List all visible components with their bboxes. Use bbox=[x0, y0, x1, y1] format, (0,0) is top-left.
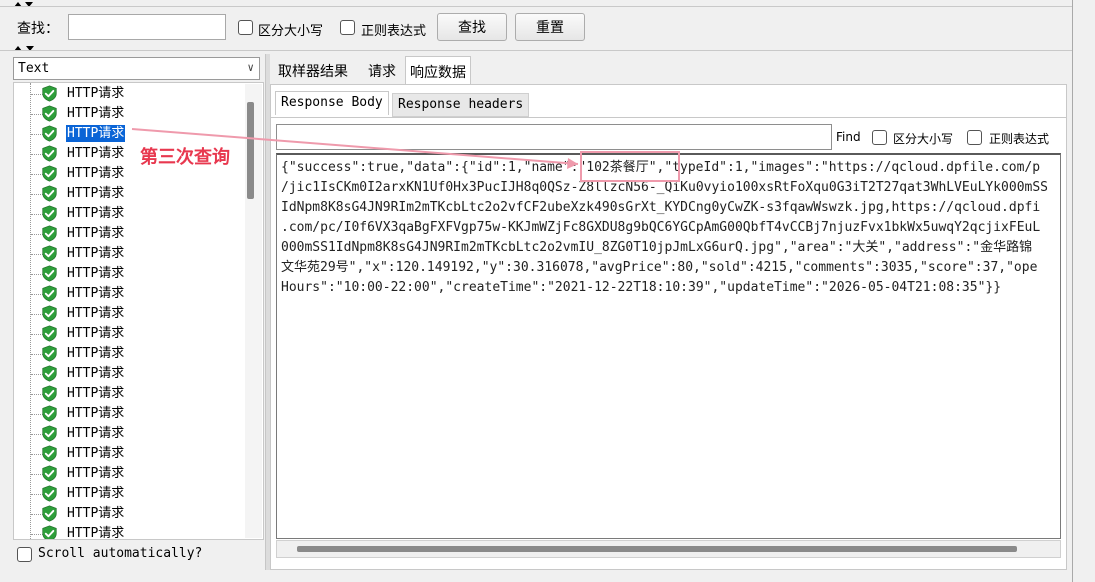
annotation-arrow bbox=[131, 128, 579, 169]
highlight-box bbox=[580, 151, 680, 182]
annotation-label: 第三次查询 bbox=[140, 147, 230, 168]
